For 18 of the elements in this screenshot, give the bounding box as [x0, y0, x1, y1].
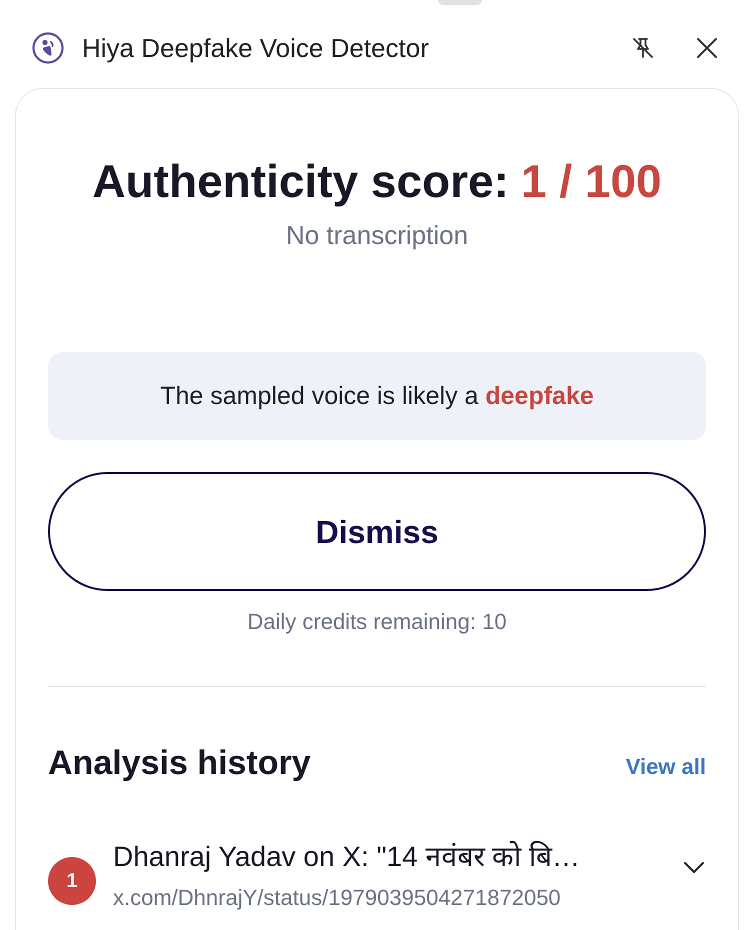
number-badge: 1: [48, 857, 96, 905]
score-label: Authenticity score:: [92, 155, 509, 207]
logo-icon: [32, 32, 64, 64]
window-title: Hiya Deepfake Voice Detector: [82, 32, 429, 64]
pin-slash-icon: [631, 36, 655, 60]
unpin-button[interactable]: [630, 35, 656, 61]
transcription-text: No transcription: [284, 219, 470, 251]
verdict-text: The sampled voice is likely a deepfake: [160, 381, 594, 411]
close-button[interactable]: [695, 36, 719, 60]
history-item-url: x.com/DhnrajY/status/1979039504271872050: [113, 884, 562, 912]
dismiss-button[interactable]: Dismiss: [48, 472, 706, 591]
history-item-title[interactable]: Dhanraj Yadav on X: "14 नवंबर को बि…: [113, 840, 674, 874]
score-value: 1 / 100: [520, 155, 662, 207]
credits-text: Daily credits remaining: 10: [246, 608, 508, 636]
section-heading: Analysis history: [48, 743, 311, 783]
close-icon: [696, 37, 718, 59]
view-all-link[interactable]: View all: [626, 753, 706, 781]
handle-knob: [438, 0, 482, 5]
